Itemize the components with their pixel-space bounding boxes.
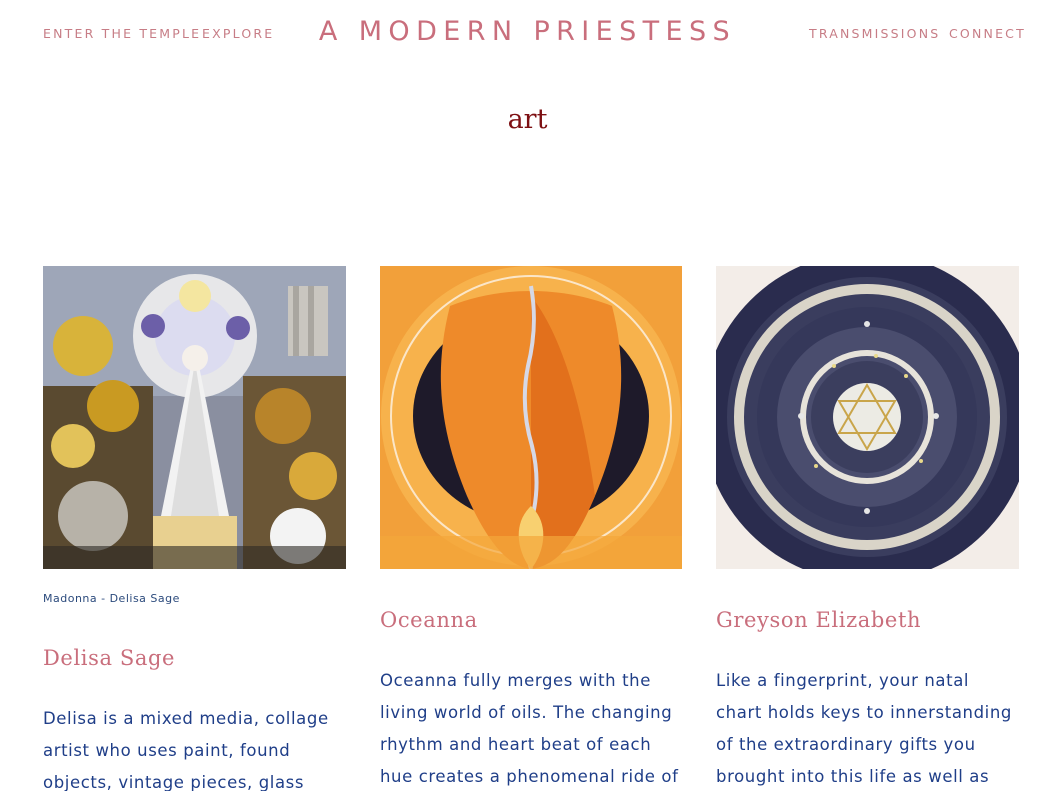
artist-name[interactable]: Delisa Sage <box>43 646 346 670</box>
natal-chart-mandala-artwork[interactable] <box>716 266 1019 569</box>
page-title: art <box>507 104 548 135</box>
collage-madonna-artwork-graphic <box>43 266 346 569</box>
nav-connect[interactable]: CONNECT <box>949 26 1026 41</box>
artist-description: Like a fingerprint, your natal chart hol… <box>716 671 1012 786</box>
artist-name[interactable]: Greyson Elizabeth <box>716 608 1019 632</box>
artist-card: Greyson Elizabeth Like a fingerprint, yo… <box>716 266 1019 791</box>
artist-card: Oceanna Oceanna fully merges with the li… <box>380 266 682 791</box>
oil-painting-figure-artwork-graphic <box>380 266 682 569</box>
collage-madonna-artwork[interactable] <box>43 266 346 569</box>
natal-chart-mandala-artwork-graphic <box>716 266 1019 569</box>
artist-name[interactable]: Oceanna <box>380 608 682 632</box>
image-caption: Madonna - Delisa Sage <box>43 592 180 605</box>
nav-transmissions[interactable]: TRANSMISSIONS <box>809 26 940 41</box>
oil-painting-figure-artwork[interactable] <box>380 266 682 569</box>
artist-description: Oceanna fully merges with the living wor… <box>380 671 679 786</box>
artist-description: Delisa is a mixed media, collage artist … <box>43 709 329 791</box>
artist-card: Madonna - Delisa Sage Delisa Sage Delisa… <box>43 266 346 791</box>
